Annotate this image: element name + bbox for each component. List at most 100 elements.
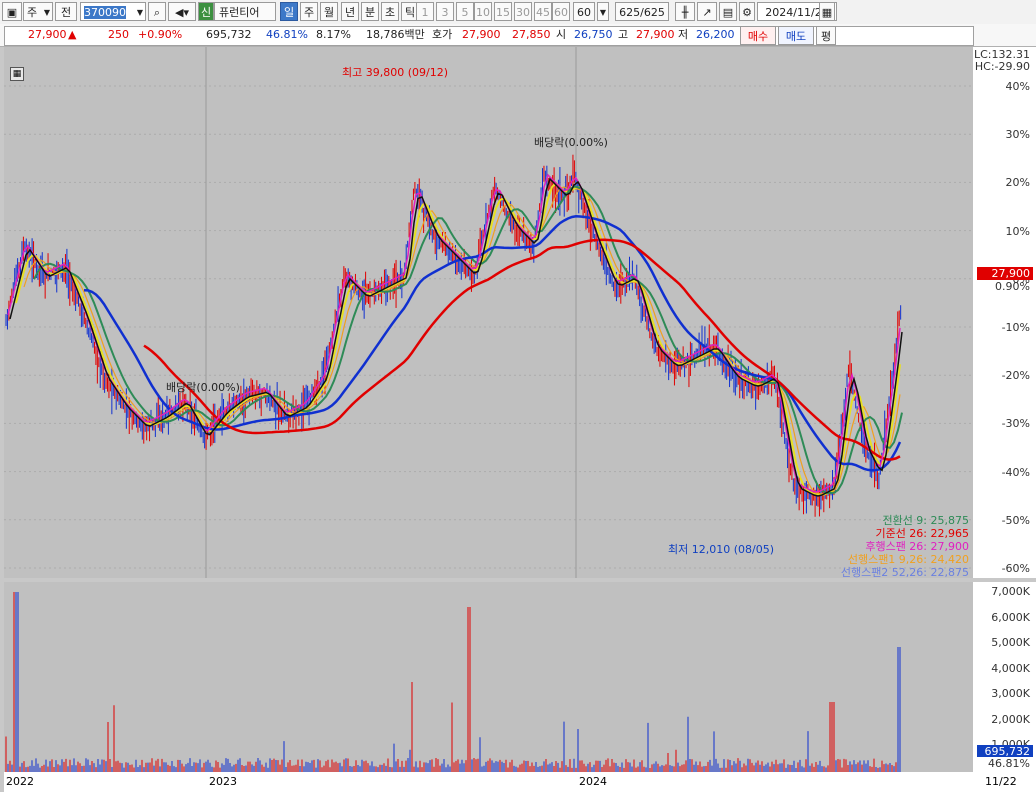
minute-7[interactable]: 60 — [552, 2, 570, 21]
x-label-2023: 2023 — [209, 775, 237, 788]
amount: 18,786백만 — [366, 28, 425, 41]
buy-button[interactable]: 매수 — [740, 26, 776, 45]
volume-chart-svg — [5, 592, 901, 772]
current-price-value: 27,900 — [991, 267, 1031, 280]
minute-0[interactable]: 1 — [416, 2, 434, 21]
legend-item-2: 후행스팬 26: 27,900 — [865, 540, 969, 553]
low-annotation: 최저 12,010 (08/05) — [668, 543, 775, 556]
code-input[interactable]: 370090 ▼ — [80, 2, 146, 21]
price-tick-2: 20% — [1005, 176, 1030, 190]
code-value: 370090 — [84, 6, 126, 19]
current-pct-value: 0.90% — [995, 280, 1030, 293]
bid: 27,850 — [512, 28, 551, 41]
price-tick-6: -20% — [1001, 369, 1030, 383]
sell-button[interactable]: 매도 — [778, 26, 814, 45]
price-tick-3: 10% — [1005, 224, 1030, 238]
dividend-annotation-1: 배당락(0.00%) — [534, 136, 608, 149]
minute-3[interactable]: 10 — [474, 2, 492, 21]
last-date: 11/22 — [985, 775, 1017, 788]
search-icon[interactable]: ⌕ — [148, 2, 166, 21]
price-tick-8: -40% — [1001, 465, 1030, 479]
hc-value: HC:-29.90 — [974, 60, 1030, 73]
period-2[interactable]: 월 — [320, 2, 338, 21]
volume-tick-1: 6,000K — [991, 610, 1030, 624]
legend-item-1: 기준선 26: 22,965 — [875, 527, 969, 540]
period-3[interactable]: 년 — [341, 2, 359, 21]
market-select[interactable]: 주 ▼ — [23, 2, 53, 21]
indicator-line — [33, 185, 903, 495]
indicator-line — [7, 173, 901, 493]
minute-1[interactable]: 3 — [436, 2, 454, 21]
period-1[interactable]: 주 — [300, 2, 318, 21]
stock-name: 퓨런티어 — [214, 2, 276, 21]
minute-4[interactable]: 15 — [494, 2, 512, 21]
quote-bar: 27,900 ▲ 250 +0.90% 695,732 46.81% 8.17%… — [0, 24, 1036, 47]
minute-5[interactable]: 30 — [514, 2, 532, 21]
legend-item-3: 선행스팬1 9,26: 24,420 — [847, 553, 969, 566]
price-tick-7: -30% — [1001, 417, 1030, 431]
legend-item-4: 선행스팬2 52,26: 22,875 — [840, 566, 969, 579]
price-tick-10: -60% — [1001, 562, 1030, 575]
price-axis: LC:132.31 HC:-29.90 40%30%20%10%0%-10%-2… — [973, 47, 1036, 578]
count-total: /625 — [640, 6, 665, 19]
dividend-annotation-2: 배당락(0.00%) — [166, 381, 240, 394]
chart-settings-icon[interactable]: ▦ — [10, 67, 24, 81]
price: 27,900 — [28, 28, 67, 41]
change-pct: +0.90% — [138, 28, 183, 41]
volume-tick-0: 7,000K — [991, 585, 1030, 598]
price-chart-svg — [4, 47, 973, 578]
minute-6[interactable]: 45 — [534, 2, 552, 21]
high-label: 고 — [618, 28, 629, 41]
volume-tick-5: 2,000K — [991, 712, 1030, 726]
ask: 27,900 — [462, 28, 501, 41]
toolbar: ▣ 주 ▼ 전 370090 ▼ ⌕ ◀▾ 신 퓨런티어 일주월년분초틱 1 3 5 10… — [0, 0, 1036, 25]
chevron-down-icon[interactable]: ▼ — [597, 2, 609, 21]
new-listing-badge: 신 — [198, 2, 214, 21]
up-arrow-icon: ▲ — [68, 28, 77, 41]
minute-2[interactable]: 5 — [456, 2, 474, 21]
volume-ratio-value: 46.81% — [988, 757, 1030, 770]
market-label: 주 — [27, 6, 38, 19]
custom-minute[interactable]: 60 — [573, 2, 595, 21]
count-field[interactable]: 625/625 — [615, 2, 669, 21]
screen-menu-icon[interactable]: ▣ — [2, 2, 22, 21]
ask-label: 호가 — [432, 28, 453, 41]
price-tick-1: 30% — [1005, 128, 1030, 142]
period-5[interactable]: 초 — [381, 2, 399, 21]
volume-tick-3: 4,000K — [991, 661, 1030, 675]
legend-item-0: 전환선 9: 25,875 — [882, 514, 969, 527]
volume: 695,732 — [206, 28, 252, 41]
speaker-icon[interactable]: ◀▾ — [168, 2, 196, 21]
period-4[interactable]: 분 — [361, 2, 379, 21]
mode-button[interactable]: 전 — [55, 2, 77, 21]
x-label-2022: 2022 — [6, 775, 34, 788]
open: 26,750 — [574, 28, 613, 41]
volume-tick-2: 5,000K — [991, 636, 1030, 649]
avg-button[interactable]: 평 — [816, 26, 836, 45]
chevron-down-icon: ▼ — [43, 8, 50, 17]
price-tick-9: -50% — [1001, 513, 1030, 527]
price-tick-0: 40% — [1005, 80, 1030, 93]
gear-icon[interactable]: ⚙ — [739, 2, 755, 21]
period-0[interactable]: 일 — [280, 2, 298, 21]
line-tool-icon[interactable]: ↗ — [697, 2, 717, 21]
open-label: 시 — [556, 28, 567, 41]
indicator-line — [23, 186, 901, 495]
low-label: 저 — [678, 28, 689, 41]
change: 250 — [108, 28, 129, 41]
candle-icon[interactable]: ╫ — [675, 2, 695, 21]
turnover: 8.17% — [316, 28, 351, 41]
low: 26,200 — [696, 28, 735, 41]
price-tick-5: -10% — [1001, 321, 1030, 334]
indicator-line — [9, 177, 903, 497]
volume-chart[interactable] — [4, 582, 973, 772]
save-icon[interactable]: ▤ — [719, 2, 737, 21]
chevron-down-icon: ▼ — [136, 8, 143, 17]
date-axis-corner: 11/22 — [973, 772, 1036, 792]
high: 27,900 — [636, 28, 675, 41]
price-chart[interactable]: ▦ 최고 39,800 (09/12) 최저 12,010 (08/05) 배당… — [4, 47, 973, 579]
calendar-icon[interactable]: ▦ — [819, 2, 835, 21]
date-axis: 2022 2023 2024 — [4, 772, 973, 792]
indicator-legend: 전환선 9: 25,875 기준선 26: 22,965 후행스팬 26: 27,9… — [841, 514, 969, 579]
x-label-2024: 2024 — [579, 775, 607, 788]
